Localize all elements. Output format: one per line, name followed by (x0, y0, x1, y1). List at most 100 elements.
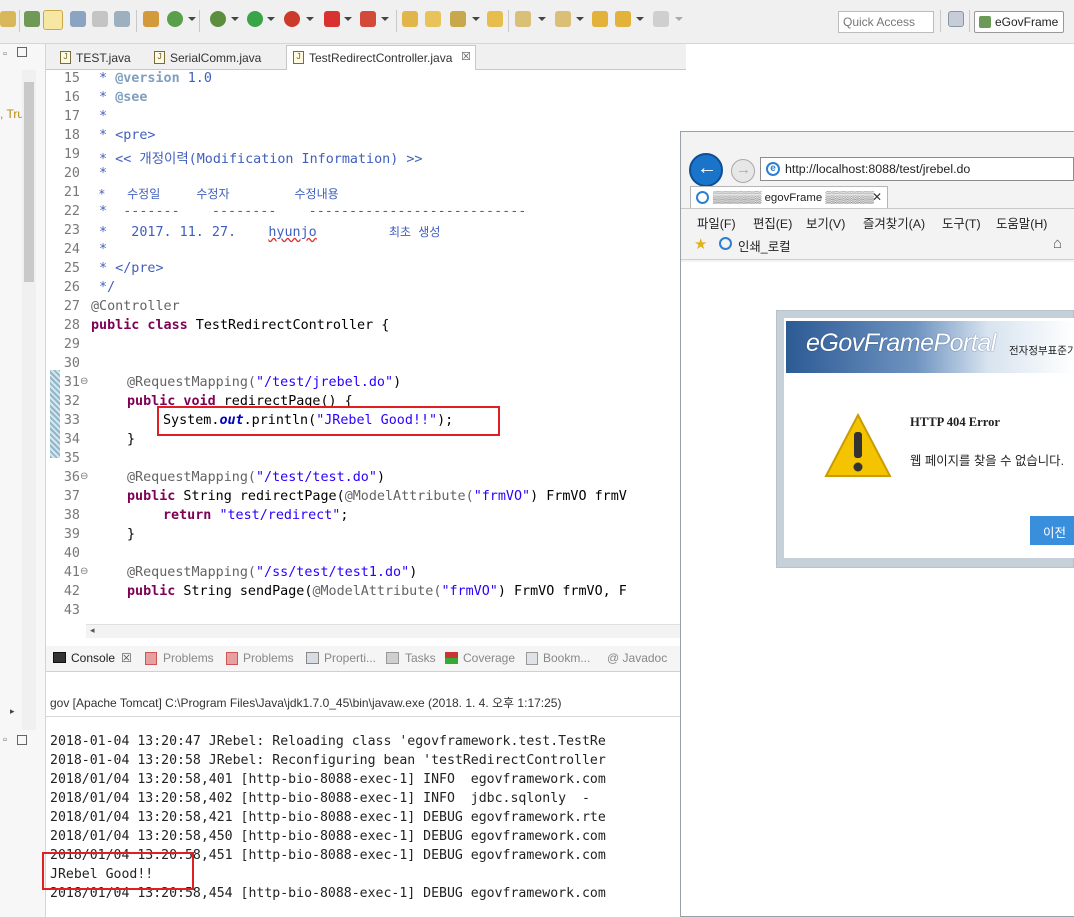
show-whitespace-icon[interactable] (70, 11, 86, 27)
line-number: 40 (63, 546, 80, 561)
tab-serialcomm-java[interactable]: J SerialComm.java (148, 46, 272, 70)
tab-test-java[interactable]: J TEST.java (54, 46, 140, 70)
menu-file[interactable]: 파일(F) (697, 214, 736, 232)
close-console-icon[interactable]: ☒ (121, 651, 132, 665)
prev-annotation-icon[interactable] (555, 11, 571, 27)
brush-icon[interactable] (450, 11, 466, 27)
stop-server-icon[interactable] (324, 11, 340, 27)
run-external-icon[interactable] (284, 11, 300, 27)
code-line-42: public String sendPage(@ModelAttribute("… (127, 584, 627, 599)
paragraph-icon[interactable] (92, 11, 108, 27)
console-divider (46, 716, 686, 717)
tab-tasks[interactable]: Tasks (405, 651, 436, 665)
line-number: 30 (63, 356, 80, 371)
perspective-egovframe-button[interactable]: eGovFrame (974, 11, 1064, 33)
forward-arrow-icon: → (736, 161, 751, 178)
close-tab-icon[interactable]: ☒ (461, 50, 471, 63)
package-explorer-strip: ▫ , Tru ▸ ▫ (0, 44, 46, 917)
tab-properties[interactable]: Properti... (324, 651, 376, 665)
last-edit-icon[interactable] (592, 11, 608, 27)
bookmarks-icon (526, 652, 538, 665)
truncated-tree-label: , Tru (0, 107, 25, 121)
console-process-path: gov [Apache Tomcat] C:\Program Files\Jav… (50, 696, 562, 710)
tab-label: TEST.java (76, 51, 131, 65)
line-number: 35 (63, 451, 80, 466)
toggle-mark-icon[interactable] (43, 10, 63, 30)
code-line-20: * (91, 166, 108, 181)
home-icon[interactable]: ⌂ (1053, 235, 1062, 252)
code-line-31: @RequestMapping("/test/jrebel.do") (127, 375, 402, 390)
console-line: 2018-01-04 13:20:47 JRebel: Reloading cl… (50, 734, 606, 749)
back-icon[interactable] (615, 11, 631, 27)
publish-icon[interactable] (360, 11, 376, 27)
line-number: 17 (63, 109, 80, 124)
java-file-icon: J (60, 51, 71, 64)
address-bar[interactable]: e http://localhost:8088/test/jrebel.do (760, 157, 1074, 181)
code-editor[interactable]: 15 16 17 18 19 20 21 22 23 24 25 26 27 28 29 30 31 32 33 34… (46, 70, 686, 626)
menu-view[interactable]: 보기(V) (806, 214, 845, 232)
browser-tab[interactable]: ▒▒▒▒▒▒ egovFrame ▒▒▒▒▒▒ ✕ (690, 186, 888, 208)
open-folder-icon[interactable] (425, 11, 441, 27)
minimize-icon-lower[interactable]: ▫ (3, 734, 7, 746)
forward-icon[interactable] (653, 11, 669, 27)
close-browser-tab-icon[interactable]: ✕ (872, 190, 882, 204)
address-url: http://localhost:8088/test/jrebel.do (785, 162, 971, 176)
run-icon[interactable] (247, 11, 263, 27)
scroll-left-arrow-icon[interactable]: ◂ (90, 625, 95, 636)
tab-testredirectcontroller-java[interactable]: J TestRedirectController.java ☒ (286, 45, 476, 71)
nav-icon[interactable] (0, 11, 16, 27)
pin-icon[interactable] (24, 11, 40, 27)
console-line: 2018/01/04 13:20:58,450 [http-bio-8088-e… (50, 829, 606, 844)
highlight-box-println (157, 406, 500, 436)
forward-button[interactable]: → (731, 159, 755, 183)
tab-coverage[interactable]: Coverage (463, 651, 515, 665)
warning-icon (824, 412, 892, 477)
debug-icon[interactable] (210, 11, 226, 27)
build-icon[interactable] (143, 11, 159, 27)
fold-icon-41[interactable]: ⊖ (80, 566, 88, 577)
line-number: 16 (63, 90, 80, 105)
favorites-star-icon[interactable]: ★ (694, 235, 707, 253)
egovframe-portal-logo: eGovFramePortal (806, 329, 996, 357)
block-select-icon[interactable] (114, 11, 130, 27)
new-project-icon[interactable] (402, 11, 418, 27)
fold-icon-36[interactable]: ⊖ (80, 471, 88, 482)
editor-horizontal-scrollbar[interactable]: ◂ (86, 624, 686, 638)
open-type-icon[interactable] (487, 11, 503, 27)
open-perspective-icon[interactable] (948, 11, 964, 27)
browser-menu-bar: 파일(F) 편집(E) 보기(V) 즐겨찾기(A) 도구(T) 도움말(H) (681, 208, 1074, 232)
scroll-right-arrow-icon[interactable]: ▸ (10, 706, 15, 717)
menu-help[interactable]: 도움말(H) (996, 214, 1047, 232)
console-line: 2018-01-04 13:20:58 JRebel: Reconfigurin… (50, 753, 606, 768)
quick-access-input[interactable]: Quick Access (838, 11, 934, 33)
code-line-16: * @see (91, 90, 148, 105)
tab-label: TestRedirectController.java (309, 51, 453, 65)
tab-javadoc[interactable]: @ Javadoc (607, 651, 667, 665)
code-line-23: * 2017. 11. 27. hyunjo 최초 생성 (91, 225, 441, 240)
maximize-icon-lower[interactable] (17, 735, 27, 745)
problems-icon (145, 652, 157, 665)
next-annotation-icon[interactable] (515, 11, 531, 27)
tab-console[interactable]: Console (71, 651, 115, 665)
minimize-icon[interactable]: ▫ (3, 48, 7, 60)
previous-button[interactable]: 이전 (1030, 516, 1074, 545)
tab-label: SerialComm.java (170, 51, 262, 65)
vertical-scrollbar[interactable] (22, 70, 36, 730)
menu-favorites[interactable]: 즐겨찾기(A) (863, 214, 925, 232)
fold-icon-31[interactable]: ⊖ (80, 376, 88, 387)
back-button[interactable]: ← (689, 153, 723, 187)
tab-problems-2[interactable]: Problems (243, 651, 294, 665)
line-number: 43 (63, 603, 80, 618)
tab-problems[interactable]: Problems (163, 651, 214, 665)
tab-bookmarks[interactable]: Bookm... (543, 651, 590, 665)
console-line: 2018/01/04 13:20:58,421 [http-bio-8088-e… (50, 810, 606, 825)
browser-tab-title: ▒▒▒▒▒▒ egovFrame ▒▒▒▒▒▒ (713, 192, 874, 204)
refresh-icon[interactable] (167, 11, 183, 27)
code-line-22: * ------- -------- ---------------------… (91, 204, 527, 219)
menu-tools[interactable]: 도구(T) (942, 214, 981, 232)
menu-edit[interactable]: 편집(E) (753, 214, 792, 232)
scrollbar-thumb[interactable] (24, 82, 34, 282)
favorite-link[interactable]: 인쇄_로컬 (738, 237, 791, 255)
coverage-icon (445, 652, 458, 664)
maximize-icon[interactable] (17, 47, 27, 57)
